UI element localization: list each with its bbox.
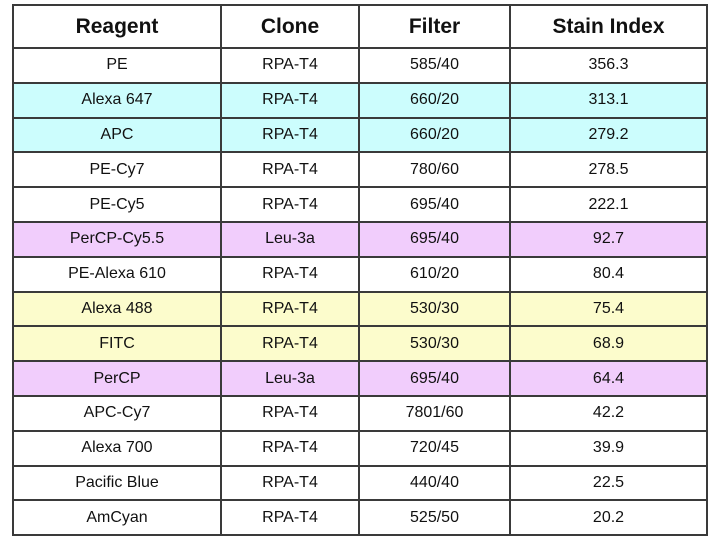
cell-clone: RPA-T4 xyxy=(220,186,360,223)
cell-reagent: Alexa 647 xyxy=(12,81,222,119)
table-body: PE RPA-T4 585/40 356.3 Alexa 647 RPA-T4 660/20… xyxy=(12,47,708,537)
cell-reagent: PerCP xyxy=(12,360,222,397)
header-clone: Clone xyxy=(220,4,360,49)
cell-reagent: AmCyan xyxy=(12,499,222,537)
table-row: PerCP Leu-3a 695/40 64.4 xyxy=(12,360,708,397)
cell-reagent: Alexa 488 xyxy=(12,290,222,328)
cell-stain-index: 313.1 xyxy=(509,81,708,119)
cell-filter: 695/40 xyxy=(358,360,511,397)
table-row: APC-Cy7 RPA-T4 7801/60 42.2 xyxy=(12,394,708,432)
cell-stain-index: 64.4 xyxy=(509,360,708,397)
table-row: Alexa 700 RPA-T4 720/45 39.9 xyxy=(12,429,708,467)
cell-clone: RPA-T4 xyxy=(220,499,360,537)
table-row: APC RPA-T4 660/20 279.2 xyxy=(12,116,708,154)
cell-filter: 695/40 xyxy=(358,220,511,258)
cell-stain-index: 68.9 xyxy=(509,325,708,363)
cell-filter: 780/60 xyxy=(358,151,511,189)
cell-reagent: PerCP-Cy5.5 xyxy=(12,220,222,258)
cell-stain-index: 80.4 xyxy=(509,255,708,293)
table-row: PE RPA-T4 585/40 356.3 xyxy=(12,47,708,84)
cell-clone: RPA-T4 xyxy=(220,116,360,154)
cell-stain-index: 356.3 xyxy=(509,47,708,84)
table-row: PE-Cy5 RPA-T4 695/40 222.1 xyxy=(12,186,708,223)
cell-clone: RPA-T4 xyxy=(220,255,360,293)
cell-filter: 530/30 xyxy=(358,290,511,328)
cell-reagent: FITC xyxy=(12,325,222,363)
table-row: PE-Alexa 610 RPA-T4 610/20 80.4 xyxy=(12,255,708,293)
cell-reagent: PE-Alexa 610 xyxy=(12,255,222,293)
cell-reagent: Alexa 700 xyxy=(12,429,222,467)
cell-stain-index: 222.1 xyxy=(509,186,708,223)
cell-stain-index: 39.9 xyxy=(509,429,708,467)
cell-filter: 660/20 xyxy=(358,116,511,154)
header-filter: Filter xyxy=(358,4,511,49)
header-row: Reagent Clone Filter Stain Index xyxy=(12,4,708,49)
cell-clone: RPA-T4 xyxy=(220,394,360,432)
cell-stain-index: 75.4 xyxy=(509,290,708,328)
cell-stain-index: 20.2 xyxy=(509,499,708,537)
cell-filter: 530/30 xyxy=(358,325,511,363)
cell-reagent: APC xyxy=(12,116,222,154)
cell-stain-index: 92.7 xyxy=(509,220,708,258)
header-stain-index: Stain Index xyxy=(509,4,708,49)
cell-filter: 585/40 xyxy=(358,47,511,84)
cell-reagent: Pacific Blue xyxy=(12,464,222,502)
table-row: PE-Cy7 RPA-T4 780/60 278.5 xyxy=(12,151,708,189)
cell-clone: RPA-T4 xyxy=(220,290,360,328)
cell-filter: 610/20 xyxy=(358,255,511,293)
cell-clone: RPA-T4 xyxy=(220,325,360,363)
cell-clone: Leu-3a xyxy=(220,220,360,258)
cell-stain-index: 278.5 xyxy=(509,151,708,189)
cell-clone: RPA-T4 xyxy=(220,47,360,84)
table-row: Alexa 488 RPA-T4 530/30 75.4 xyxy=(12,290,708,328)
cell-reagent: PE xyxy=(12,47,222,84)
header-reagent: Reagent xyxy=(12,4,222,49)
stain-index-table: Reagent Clone Filter Stain Index PE RPA-T… xyxy=(12,4,708,537)
table-row: AmCyan RPA-T4 525/50 20.2 xyxy=(12,499,708,537)
cell-clone: RPA-T4 xyxy=(220,151,360,189)
cell-stain-index: 42.2 xyxy=(509,394,708,432)
cell-clone: Leu-3a xyxy=(220,360,360,397)
cell-clone: RPA-T4 xyxy=(220,464,360,502)
cell-filter: 660/20 xyxy=(358,81,511,119)
cell-filter: 7801/60 xyxy=(358,394,511,432)
cell-reagent: PE-Cy5 xyxy=(12,186,222,223)
cell-stain-index: 279.2 xyxy=(509,116,708,154)
cell-stain-index: 22.5 xyxy=(509,464,708,502)
cell-clone: RPA-T4 xyxy=(220,81,360,119)
cell-reagent: PE-Cy7 xyxy=(12,151,222,189)
table-row: PerCP-Cy5.5 Leu-3a 695/40 92.7 xyxy=(12,220,708,258)
cell-filter: 695/40 xyxy=(358,186,511,223)
table-row: FITC RPA-T4 530/30 68.9 xyxy=(12,325,708,363)
cell-filter: 525/50 xyxy=(358,499,511,537)
cell-reagent: APC-Cy7 xyxy=(12,394,222,432)
table-row: Pacific Blue RPA-T4 440/40 22.5 xyxy=(12,464,708,502)
table-row: Alexa 647 RPA-T4 660/20 313.1 xyxy=(12,81,708,119)
cell-clone: RPA-T4 xyxy=(220,429,360,467)
cell-filter: 440/40 xyxy=(358,464,511,502)
cell-filter: 720/45 xyxy=(358,429,511,467)
